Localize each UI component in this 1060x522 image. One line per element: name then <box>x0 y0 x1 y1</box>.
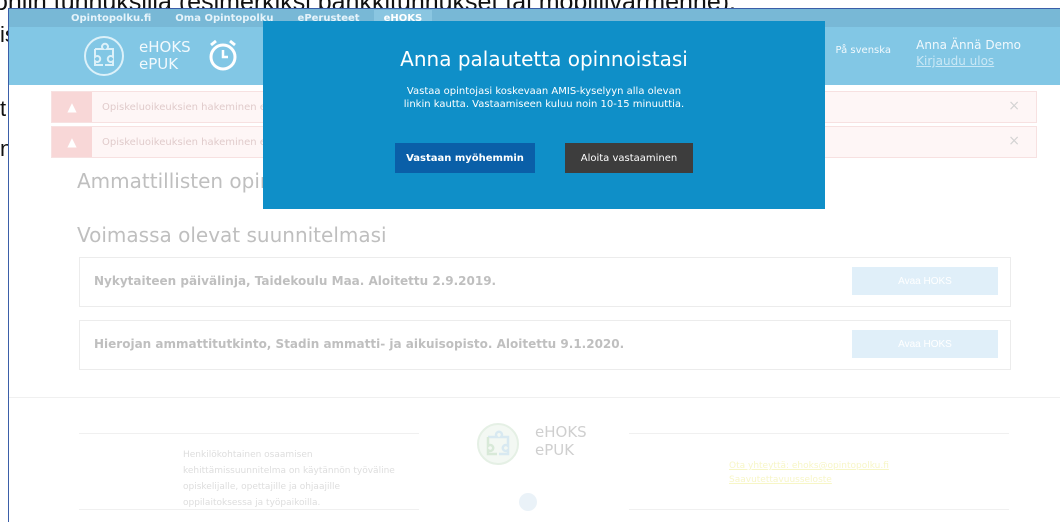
feedback-dialog: Anna palautetta opinnoistasi Vastaa opin… <box>263 21 825 209</box>
start-survey-button[interactable]: Aloita vastaaminen <box>565 143 693 173</box>
dialog-body: Vastaa opintojasi koskevaan AMIS-kyselyy… <box>403 86 685 110</box>
browser-screenshot: Opintopolku.fi Oma Opintopolku ePerustee… <box>8 8 1060 522</box>
document-fragment: t <box>0 96 7 121</box>
dialog-title: Anna palautetta opinnoistasi <box>400 47 688 71</box>
answer-later-button[interactable]: Vastaan myöhemmin <box>395 143 535 173</box>
